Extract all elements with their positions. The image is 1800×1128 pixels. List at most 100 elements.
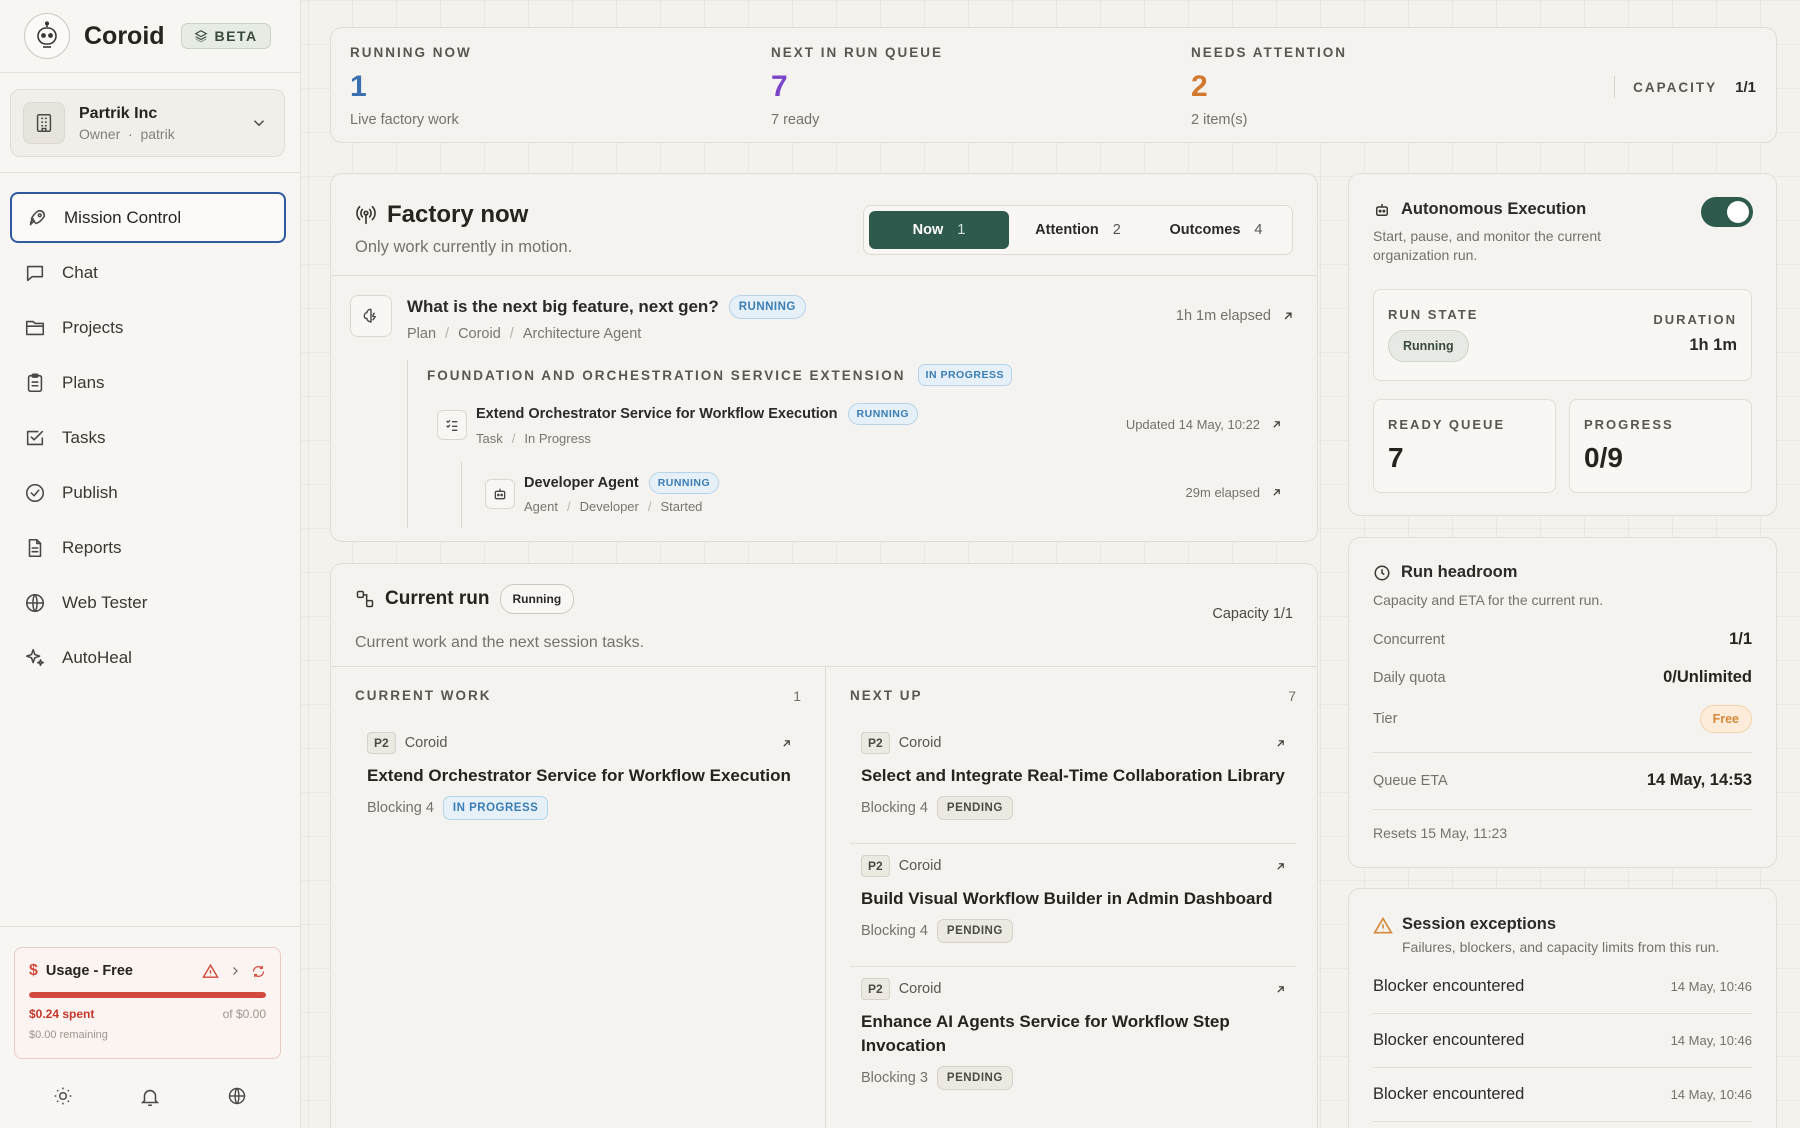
- exception-item[interactable]: Blocker encountered 14 May, 10:46: [1373, 1068, 1752, 1122]
- clock-icon: [1374, 565, 1390, 580]
- concurrent-label: Concurrent: [1373, 631, 1445, 648]
- capacity-label: CAPACITY: [1633, 79, 1718, 95]
- tab-now[interactable]: Now 1: [869, 211, 1009, 249]
- usage-title: Usage - Free: [45, 963, 133, 979]
- priority-badge: P2: [861, 855, 890, 877]
- headroom-title: Run headroom: [1401, 563, 1518, 581]
- sidebar: Coroid BETA Partrik Inc Owner · patrik M…: [0, 0, 301, 1128]
- status-badge: IN PROGRESS: [442, 796, 549, 820]
- list-item[interactable]: P2 Coroid Extend Orchestrator Service fo…: [367, 732, 793, 820]
- sidebar-item-publish[interactable]: Publish: [10, 468, 286, 518]
- sidebar-item-tasks[interactable]: Tasks: [10, 413, 286, 463]
- globe-icon: [25, 593, 45, 613]
- stat-label: NEEDS ATTENTION: [1191, 45, 1348, 60]
- document-icon: [28, 538, 42, 558]
- dollar-icon: $: [29, 962, 38, 979]
- globe-icon[interactable]: [227, 1086, 247, 1106]
- stat-next-in-queue[interactable]: NEXT IN RUN QUEUE 7 7 ready: [771, 45, 943, 128]
- stats-bar: RUNNING NOW 1 Live factory work NEXT IN …: [330, 27, 1777, 143]
- sun-icon[interactable]: [53, 1086, 73, 1106]
- task-title: Extend Orchestrator Service for Workflow…: [476, 406, 838, 422]
- agent-row[interactable]: Developer Agent RUNNING: [524, 472, 720, 494]
- duration-label: DURATION: [1653, 312, 1737, 327]
- plan-title: What is the next big feature, next gen?: [407, 297, 719, 316]
- list-item[interactable]: P2 Coroid Build Visual Workflow Builder …: [861, 855, 1287, 943]
- tab-outcomes[interactable]: Outcomes 4: [1147, 211, 1285, 249]
- status-badge: Running: [499, 584, 575, 614]
- arrow-up-right-icon[interactable]: [1274, 983, 1287, 996]
- progress-panel: PROGRESS 0/9: [1569, 399, 1752, 493]
- capacity-indicator: CAPACITY 1/1: [1614, 76, 1756, 98]
- sidebar-item-projects[interactable]: Projects: [10, 303, 286, 353]
- tier-label: Tier: [1373, 711, 1398, 727]
- capacity-value: 1/1: [1735, 78, 1756, 96]
- warning-icon: [1373, 916, 1393, 934]
- plan-row[interactable]: What is the next big feature, next gen? …: [407, 295, 806, 319]
- priority-badge: P2: [861, 732, 890, 754]
- exceptions-subtitle: Failures, blockers, and capacity limits …: [1402, 939, 1720, 955]
- bell-icon[interactable]: [139, 1086, 161, 1108]
- sidebar-item-label: Projects: [62, 318, 124, 337]
- task-row[interactable]: Extend Orchestrator Service for Workflow…: [476, 403, 919, 425]
- stat-sub: 2 item(s): [1191, 112, 1248, 128]
- sidebar-item-autoheal[interactable]: AutoHeal: [10, 633, 286, 683]
- item-title: Extend Orchestrator Service for Workflow…: [367, 766, 791, 785]
- status-badge: RUNNING: [648, 472, 720, 494]
- autonomous-toggle[interactable]: [1701, 197, 1753, 227]
- brand-name: Coroid: [84, 21, 165, 50]
- auto-subtitle: Start, pause, and monitor the current or…: [1373, 228, 1602, 263]
- ready-queue-label: READY QUEUE: [1388, 417, 1506, 432]
- list-item[interactable]: P2 Coroid Select and Integrate Real-Time…: [861, 732, 1287, 820]
- exception-item[interactable]: Blocker encountered 14 May, 10:46: [1373, 960, 1752, 1014]
- chat-icon: [26, 265, 44, 282]
- tab-attention[interactable]: Attention 2: [1009, 211, 1147, 249]
- status-badge: RUNNING: [728, 295, 806, 319]
- robot-logo-icon[interactable]: [24, 13, 70, 59]
- sidebar-item-mission-control[interactable]: Mission Control: [10, 192, 286, 243]
- phase-title: FOUNDATION AND ORCHESTRATION SERVICE EXT…: [427, 367, 906, 383]
- auto-title: Autonomous Execution: [1401, 200, 1587, 218]
- item-project: Coroid: [898, 735, 942, 751]
- plan-elapsed[interactable]: 1h 1m elapsed: [1176, 308, 1295, 324]
- phase-row[interactable]: FOUNDATION AND ORCHESTRATION SERVICE EXT…: [427, 364, 1012, 386]
- run-headroom-card: Run headroom Capacity and ETA for the cu…: [1348, 537, 1777, 868]
- agent-elapsed[interactable]: 29m elapsed: [1186, 485, 1283, 500]
- status-badge: PENDING: [936, 1066, 1013, 1090]
- arrow-up-right-icon[interactable]: [1270, 418, 1283, 431]
- sidebar-item-label: Publish: [62, 483, 118, 502]
- list-item[interactable]: P2 Coroid Enhance AI Agents Service for …: [861, 978, 1287, 1090]
- sparkle-icon: [25, 648, 45, 667]
- exception-title: Blocker encountered: [1373, 1085, 1525, 1103]
- progress-value: 0/9: [1584, 442, 1623, 473]
- exception-item[interactable]: Blocker encountered 14 May, 10:46: [1373, 1014, 1752, 1068]
- sidebar-item-plans[interactable]: Plans: [10, 358, 286, 408]
- sidebar-item-reports[interactable]: Reports: [10, 523, 286, 573]
- sidebar-item-chat[interactable]: Chat: [10, 248, 286, 298]
- quota-value: 0/Unlimited: [1663, 668, 1752, 686]
- robot-agent-icon: [485, 479, 515, 509]
- factory-title: Factory now: [387, 201, 529, 228]
- usage-spent: $0.24 spent: [29, 1007, 95, 1021]
- stat-needs-attention[interactable]: NEEDS ATTENTION 2 2 item(s): [1191, 45, 1347, 128]
- arrow-up-right-icon[interactable]: [780, 737, 793, 750]
- refresh-icon[interactable]: [251, 964, 266, 979]
- org-switcher[interactable]: Partrik Inc Owner · patrik: [10, 89, 285, 157]
- arrow-up-right-icon[interactable]: [1274, 860, 1287, 873]
- beta-badge: BETA: [180, 23, 271, 49]
- headroom-subtitle: Capacity and ETA for the current run.: [1373, 592, 1604, 608]
- arrow-up-right-icon[interactable]: [1270, 486, 1283, 499]
- stat-running-now[interactable]: RUNNING NOW 1 Live factory work: [350, 45, 472, 128]
- concurrent-value: 1/1: [1729, 630, 1752, 648]
- eta-value: 14 May, 14:53: [1646, 771, 1752, 789]
- usage-card[interactable]: $ Usage - Free $0.24 spent of $0.00 $0.0…: [14, 947, 281, 1059]
- item-title: Enhance AI Agents Service for Workflow S…: [861, 1012, 1230, 1055]
- arrow-up-right-icon[interactable]: [1281, 309, 1295, 323]
- plan-brain-icon: [350, 295, 392, 337]
- agent-breadcrumb: Agent / Developer / Started: [524, 499, 703, 514]
- clipboard-icon: [27, 373, 43, 393]
- task-updated[interactable]: Updated 14 May, 10:22: [1126, 417, 1283, 432]
- chevron-right-icon[interactable]: [229, 965, 241, 977]
- sidebar-item-label: Chat: [62, 263, 98, 282]
- arrow-up-right-icon[interactable]: [1274, 737, 1287, 750]
- sidebar-item-web-tester[interactable]: Web Tester: [10, 578, 286, 628]
